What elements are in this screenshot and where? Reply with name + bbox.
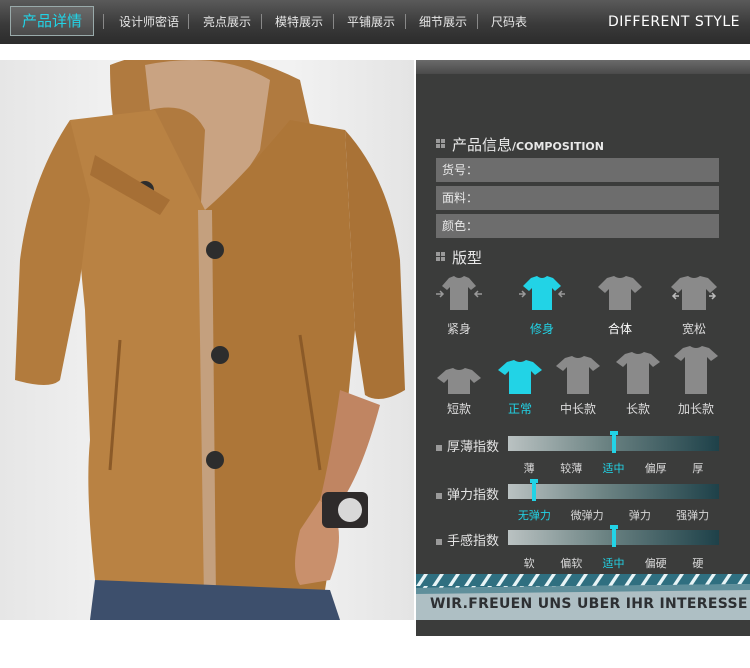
thickness-bar xyxy=(508,431,719,453)
slogan-banner: WIR.FREUEN UNS UBER IHR INTERESSE xyxy=(416,574,750,622)
length-option-short-label: 短款 xyxy=(446,402,471,416)
bullet-icon xyxy=(436,444,442,451)
banner-text: WIR.FREUEN UNS UBER IHR INTERESSE xyxy=(430,596,748,612)
thickness-tick: 薄 xyxy=(523,462,535,475)
thickness-tick: 适中 xyxy=(602,462,625,475)
nav-separator xyxy=(405,14,406,29)
tshirt-loose-icon xyxy=(671,276,717,310)
hand-feel-marker-icon xyxy=(609,525,618,547)
length-option-extra-long-label: 加长款 xyxy=(677,402,714,416)
section-bullet-icon xyxy=(436,139,446,149)
fit-option-regular-label: 合体 xyxy=(607,322,632,336)
fit-option-loose: 宽松 xyxy=(664,274,724,337)
panel-top-texture xyxy=(416,60,750,74)
field-color: 颜色： xyxy=(436,214,719,238)
nav-separator xyxy=(333,14,334,29)
bullet-icon xyxy=(436,538,442,545)
tshirt-tight-icon xyxy=(436,276,482,310)
composition-title-cn: 产品信息 xyxy=(452,136,513,154)
hand-feel-tick: 适中 xyxy=(602,557,625,570)
nav-separator xyxy=(188,14,189,29)
field-fabric: 面料： xyxy=(436,186,719,210)
top-nav-bar: 产品详情 设计师密语 亮点展示 模特展示 平铺展示 细节展示 尺码表 DIFFE… xyxy=(0,0,750,44)
elasticity-tick: 无弹力 xyxy=(517,509,551,522)
elasticity-tick: 强弹力 xyxy=(676,509,710,522)
hand-feel-bar xyxy=(508,525,719,547)
nav-tab-detail[interactable]: 细节展示 xyxy=(419,0,467,44)
fit-option-loose-label: 宽松 xyxy=(681,322,706,336)
thickness-marker-icon xyxy=(609,431,618,453)
hand-feel-label-text: 手感指数 xyxy=(447,534,500,549)
thickness-tick: 较薄 xyxy=(560,462,583,475)
thickness-label: 厚薄指数 xyxy=(436,436,499,455)
product-photo xyxy=(0,60,414,620)
fit-title: 版型 xyxy=(452,249,483,267)
fit-option-regular: 合体 xyxy=(590,274,650,337)
elasticity-tick: 微弹力 xyxy=(570,509,604,522)
field-item-number: 货号： xyxy=(436,158,719,182)
length-option-mid-long: 中长款 xyxy=(548,354,608,417)
length-option-long-label: 长款 xyxy=(625,402,650,416)
nav-tab-highlights[interactable]: 亮点展示 xyxy=(203,0,251,44)
nav-tab-product-details[interactable]: 产品详情 xyxy=(10,6,94,36)
hand-feel-tick: 偏软 xyxy=(560,557,583,570)
bullet-icon xyxy=(436,492,442,499)
product-info-panel: 产品信息/COMPOSITION 货号： 面料： 颜色： 版型 紧身 修身 合体… xyxy=(416,60,750,636)
fit-option-tight: 紧身 xyxy=(429,274,489,337)
thickness-label-text: 厚薄指数 xyxy=(447,440,500,455)
length-option-normal-label: 正常 xyxy=(507,402,532,416)
thickness-tick: 厚 xyxy=(692,462,704,475)
length-option-extra-long: 加长款 xyxy=(666,344,726,417)
hand-feel-label: 手感指数 xyxy=(436,530,499,549)
tshirt-short-icon xyxy=(437,368,481,394)
nav-separator xyxy=(103,14,104,29)
elasticity-tick: 弹力 xyxy=(628,509,651,522)
tshirt-regular-icon xyxy=(598,276,642,310)
length-option-long: 长款 xyxy=(608,350,668,417)
nav-separator xyxy=(261,14,262,29)
coat-model-illustration xyxy=(15,60,405,620)
tshirt-normal-icon xyxy=(498,360,542,394)
tshirt-extra-long-icon xyxy=(674,346,718,394)
thickness-ticks: 薄 较薄 适中 偏厚 厚 xyxy=(508,460,719,476)
tshirt-mid-long-icon xyxy=(556,356,600,394)
length-option-normal: 正常 xyxy=(490,358,550,417)
tshirt-slim-icon xyxy=(519,276,565,310)
elasticity-label-text: 弹力指数 xyxy=(447,488,500,503)
composition-title: 产品信息/COMPOSITION xyxy=(452,134,604,155)
composition-title-en: /COMPOSITION xyxy=(512,140,604,153)
elasticity-label: 弹力指数 xyxy=(436,484,499,503)
elasticity-bar xyxy=(508,479,719,501)
nav-tab-flat[interactable]: 平铺展示 xyxy=(347,0,395,44)
nav-separator xyxy=(477,14,478,29)
nav-tab-designer[interactable]: 设计师密语 xyxy=(119,0,179,44)
elasticity-ticks: 无弹力 微弹力 弹力 强弹力 xyxy=(508,507,719,523)
nav-slogan: DIFFERENT STYLE xyxy=(607,14,740,30)
elasticity-marker-icon xyxy=(530,479,539,501)
hand-feel-tick: 硬 xyxy=(692,557,704,570)
fit-option-tight-label: 紧身 xyxy=(446,322,471,336)
section-bullet-icon xyxy=(436,252,446,262)
nav-tab-size-chart[interactable]: 尺码表 xyxy=(491,0,527,44)
thickness-tick: 偏厚 xyxy=(644,462,667,475)
hand-feel-tick: 软 xyxy=(523,557,535,570)
fit-option-slim-label: 修身 xyxy=(529,322,554,336)
length-option-mid-long-label: 中长款 xyxy=(559,402,596,416)
fit-option-slim: 修身 xyxy=(512,274,572,337)
hand-feel-tick: 偏硬 xyxy=(644,557,667,570)
hand-feel-ticks: 软 偏软 适中 偏硬 硬 xyxy=(508,555,719,571)
nav-tab-model[interactable]: 模特展示 xyxy=(275,0,323,44)
nav-tab-product-details-label: 产品详情 xyxy=(21,12,82,30)
tshirt-long-icon xyxy=(616,352,660,394)
length-option-short: 短款 xyxy=(429,366,489,417)
